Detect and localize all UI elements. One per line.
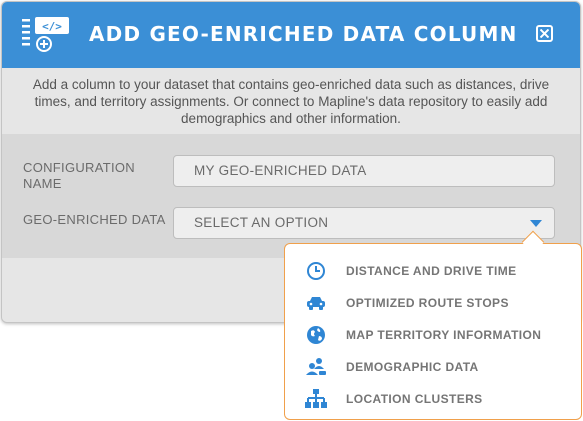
geo-data-select[interactable]: SELECT AN OPTION xyxy=(173,207,555,239)
option-label: OPTIMIZED ROUTE STOPS xyxy=(346,296,509,310)
geo-data-label: GEO-ENRICHED DATA xyxy=(23,212,166,227)
config-name-input[interactable]: MY GEO-ENRICHED DATA xyxy=(173,155,555,187)
close-button[interactable] xyxy=(536,25,553,42)
car-icon xyxy=(305,292,327,314)
globe-icon xyxy=(305,324,327,346)
close-icon xyxy=(540,29,549,38)
option-optimized-route-stops[interactable]: OPTIMIZED ROUTE STOPS xyxy=(285,287,581,319)
config-name-label: CONFIGURATION NAME xyxy=(23,160,135,191)
svg-text:</>: </> xyxy=(42,20,62,33)
dialog-title: ADD GEO-ENRICHED DATA COLUMN xyxy=(89,22,518,46)
geo-data-options-menu: DISTANCE AND DRIVE TIME OPTIMIZED ROUTE … xyxy=(284,243,582,420)
hierarchy-icon xyxy=(305,388,327,410)
option-label: MAP TERRITORY INFORMATION xyxy=(346,328,542,342)
option-label: DEMOGRAPHIC DATA xyxy=(346,360,479,374)
config-form: CONFIGURATION NAME MY GEO-ENRICHED DATA … xyxy=(2,134,580,258)
option-demographic-data[interactable]: DEMOGRAPHIC DATA xyxy=(285,351,581,383)
add-data-column-icon: </> xyxy=(22,17,72,53)
geo-data-select-value: SELECT AN OPTION xyxy=(194,215,329,230)
option-location-clusters[interactable]: LOCATION CLUSTERS xyxy=(285,383,581,415)
chevron-down-icon[interactable] xyxy=(530,220,542,227)
dialog-description: Add a column to your dataset that contai… xyxy=(2,68,580,134)
people-icon xyxy=(305,356,327,378)
option-map-territory-info[interactable]: MAP TERRITORY INFORMATION xyxy=(285,319,581,351)
option-distance-drive-time[interactable]: DISTANCE AND DRIVE TIME xyxy=(285,255,581,287)
option-label: LOCATION CLUSTERS xyxy=(346,392,483,406)
clock-icon xyxy=(305,260,327,282)
dialog-header: </> ADD GEO-ENRICHED DATA COLUMN xyxy=(2,2,580,68)
option-label: DISTANCE AND DRIVE TIME xyxy=(346,264,517,278)
